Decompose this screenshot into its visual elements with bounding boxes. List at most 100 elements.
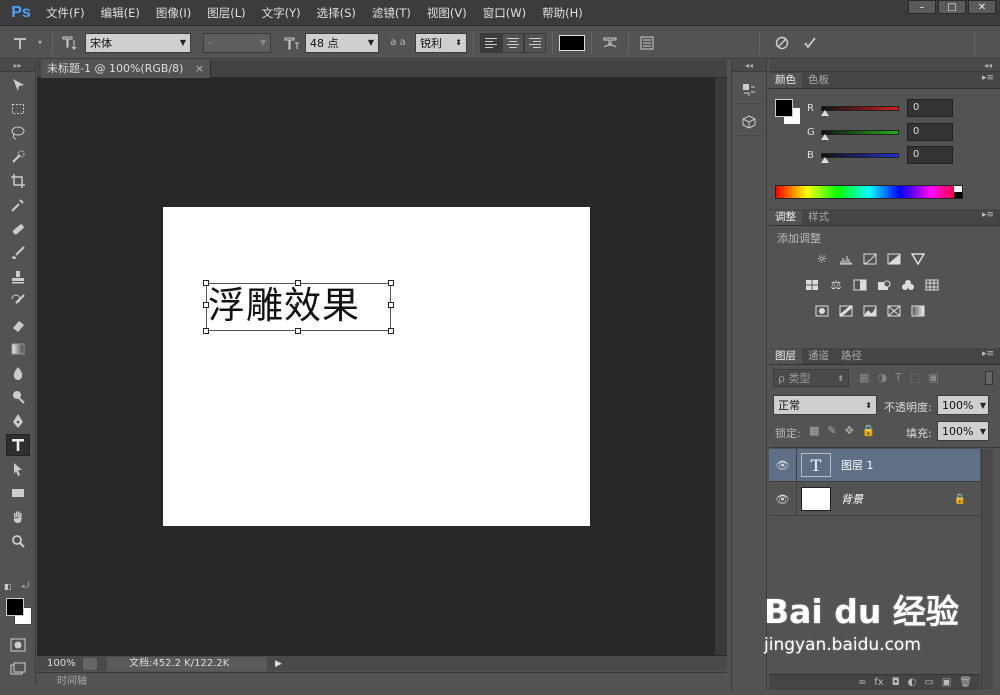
layer-name[interactable]: 背景	[841, 491, 863, 507]
filter-pixel-icon[interactable]: ▦	[859, 371, 869, 384]
cancel-icon[interactable]	[768, 31, 796, 55]
color-balance-icon[interactable]: ⚖	[827, 276, 845, 294]
foreground-color-swatch[interactable]	[775, 99, 793, 117]
threshold-icon[interactable]	[861, 302, 879, 320]
document-tab[interactable]: 未标题-1 @ 100%(RGB/8) ×	[41, 60, 212, 78]
transform-handle[interactable]	[203, 280, 209, 286]
chevron-down-icon[interactable]: ▼	[980, 427, 986, 436]
selective-color-icon[interactable]	[885, 302, 903, 320]
menu-file[interactable]: 文件(F)	[38, 0, 93, 26]
panel-grip[interactable]: ◂◂	[732, 60, 766, 72]
vertical-scrollbar[interactable]	[715, 78, 727, 655]
warp-text-icon[interactable]	[598, 31, 622, 55]
transform-handle[interactable]	[388, 328, 394, 334]
lock-transparency-icon[interactable]: ▩	[809, 424, 819, 437]
menu-type[interactable]: 文字(Y)	[254, 0, 309, 26]
pen-tool-icon[interactable]	[6, 410, 30, 432]
invert-icon[interactable]	[813, 302, 831, 320]
filter-smart-object-icon[interactable]: ▣	[928, 371, 938, 384]
chevron-down-icon[interactable]: ▼	[980, 401, 986, 410]
layers-scrollbar[interactable]	[981, 449, 993, 689]
text-bounding-box[interactable]: ⌖	[203, 280, 394, 334]
layer-style-icon[interactable]: fx	[874, 677, 883, 688]
menu-select[interactable]: 选择(S)	[309, 0, 364, 26]
tab-paths[interactable]: 路径	[835, 349, 868, 364]
status-menu-arrow-icon[interactable]: ▶	[275, 659, 282, 669]
align-left-button[interactable]	[480, 32, 502, 53]
minimize-button[interactable]: –	[908, 0, 936, 14]
green-value-input[interactable]: 0	[907, 123, 953, 141]
gradient-tool-icon[interactable]	[6, 338, 30, 360]
document-canvas[interactable]	[163, 207, 590, 526]
transform-handle[interactable]	[203, 328, 209, 334]
healing-brush-tool-icon[interactable]	[6, 218, 30, 240]
red-slider-track[interactable]	[821, 105, 899, 111]
new-group-icon[interactable]: ▭	[924, 677, 933, 688]
marquee-tool-icon[interactable]	[6, 98, 30, 120]
rectangle-tool-icon[interactable]	[6, 482, 30, 504]
filter-type-icon[interactable]: T	[895, 371, 902, 384]
tool-preset-arrow-icon[interactable]: ▾	[34, 31, 46, 55]
menu-window[interactable]: 窗口(W)	[475, 0, 534, 26]
path-select-tool-icon[interactable]	[6, 458, 30, 480]
add-mask-icon[interactable]: ◘	[892, 677, 900, 688]
tab-swatches[interactable]: 色板	[802, 73, 835, 88]
vibrance-icon[interactable]	[909, 250, 927, 268]
crop-tool-icon[interactable]	[6, 170, 30, 192]
green-slider-track[interactable]	[821, 129, 899, 135]
transform-handle[interactable]	[388, 302, 394, 308]
transform-handle[interactable]	[295, 280, 301, 286]
text-color-swatch[interactable]	[559, 34, 585, 51]
close-button[interactable]: ✕	[968, 0, 996, 14]
font-size-select[interactable]: 48 点 ▼	[305, 32, 379, 53]
link-layers-icon[interactable]: ∞	[858, 677, 866, 688]
color-lookup-icon[interactable]	[923, 276, 941, 294]
lock-all-icon[interactable]: 🔒	[862, 424, 876, 437]
history-brush-tool-icon[interactable]	[6, 290, 30, 312]
slider-handle[interactable]	[821, 157, 829, 163]
foreground-color-swatch[interactable]	[6, 598, 24, 616]
font-style-select[interactable]: - ▼	[203, 32, 271, 53]
menu-layer[interactable]: 图层(L)	[199, 0, 253, 26]
red-value-input[interactable]: 0	[907, 99, 953, 117]
new-adjustment-icon[interactable]: ◐	[908, 677, 917, 688]
screen-mode-icon[interactable]	[6, 658, 30, 680]
filter-shape-icon[interactable]: ⬚	[910, 371, 920, 384]
close-icon[interactable]: ×	[195, 62, 204, 75]
dodge-tool-icon[interactable]	[6, 386, 30, 408]
blur-tool-icon[interactable]	[6, 362, 30, 384]
blend-mode-select[interactable]: 正常 ⬍	[773, 395, 877, 415]
zoom-tool-icon[interactable]	[6, 530, 30, 552]
3d-panel-icon[interactable]	[735, 108, 763, 136]
type-tool-icon[interactable]	[6, 434, 30, 456]
eraser-tool-icon[interactable]	[6, 314, 30, 336]
delete-layer-icon[interactable]: 🗑	[959, 677, 972, 688]
visibility-eye-icon[interactable]: 👁	[769, 449, 797, 481]
lock-position-icon[interactable]: ✥	[845, 424, 854, 437]
layer-name[interactable]: 图层 1	[841, 457, 874, 473]
curves-icon[interactable]	[861, 250, 879, 268]
visibility-eye-icon[interactable]: 👁	[769, 483, 797, 515]
panel-menu-icon[interactable]: ▸≡	[982, 349, 994, 359]
panel-menu-icon[interactable]: ▸≡	[982, 210, 994, 220]
new-layer-icon[interactable]: ▣	[942, 677, 951, 688]
panel-grip[interactable]: ◂◂	[769, 60, 1000, 72]
layer-filter-select[interactable]: ρ 类型 ⬍	[773, 369, 849, 387]
status-share-icon[interactable]	[83, 657, 97, 670]
maximize-button[interactable]: □	[938, 0, 966, 14]
black-white-icon[interactable]	[851, 276, 869, 294]
exposure-icon[interactable]	[885, 250, 903, 268]
transform-handle[interactable]	[388, 280, 394, 286]
zoom-level[interactable]: 100%	[37, 658, 83, 669]
antialias-select[interactable]: 锐利 ⬍	[415, 32, 467, 53]
slider-handle[interactable]	[821, 110, 829, 116]
opacity-input[interactable]: 100% ▼	[937, 395, 989, 415]
levels-icon[interactable]	[837, 250, 855, 268]
align-right-button[interactable]	[524, 32, 546, 53]
lasso-tool-icon[interactable]	[6, 122, 30, 144]
hand-tool-icon[interactable]	[6, 506, 30, 528]
fill-input[interactable]: 100% ▼	[937, 421, 989, 441]
gradient-map-icon[interactable]	[909, 302, 927, 320]
filter-toggle[interactable]	[985, 371, 993, 385]
timeline-label[interactable]: 时间轴	[37, 676, 87, 687]
